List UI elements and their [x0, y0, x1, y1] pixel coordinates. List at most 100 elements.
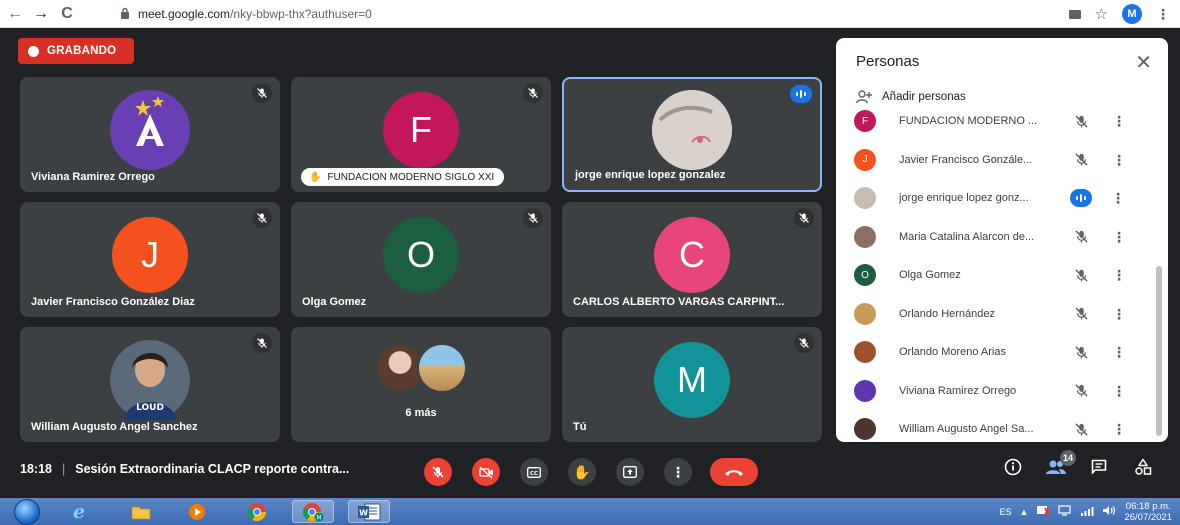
participant-tile[interactable]: LOUD William Augusto Angel Sanchez	[20, 327, 280, 442]
participant-tile[interactable]: J Javier Francisco González Diaz	[20, 202, 280, 317]
more-options-button[interactable]: ⋮	[664, 458, 692, 486]
muted-mic-icon[interactable]	[1069, 302, 1093, 326]
display-icon[interactable]	[1058, 505, 1072, 518]
participant-tile[interactable]: M Tú	[562, 327, 822, 442]
system-clock[interactable]: 06:18 p.m. 26/07/2021	[1124, 501, 1172, 523]
list-item[interactable]: William Augusto Angel Sa... ⋮	[854, 414, 1154, 442]
participant-tile[interactable]: C CARLOS ALBERTO VARGAS CARPINT...	[562, 202, 822, 317]
meeting-info[interactable]: 18:18 | Sesión Extraordinaria CLACP repo…	[20, 462, 349, 476]
captions-button[interactable]: CC	[520, 458, 548, 486]
more-vertical-icon[interactable]: ⋮	[1109, 307, 1129, 321]
recording-badge[interactable]: GRABANDO	[18, 38, 134, 64]
back-icon[interactable]: ←	[4, 3, 26, 25]
hand-icon: ✋	[309, 171, 322, 183]
chat-icon	[1091, 459, 1107, 474]
participant-tile[interactable]: O Olga Gomez	[291, 202, 551, 317]
list-item[interactable]: F FUNDACION MODERNO ... ⋮	[854, 106, 1154, 136]
more-vertical-icon[interactable]: ⋮	[1109, 422, 1129, 436]
add-person-icon	[856, 90, 872, 104]
start-button[interactable]	[14, 499, 40, 525]
network-icon[interactable]	[1080, 505, 1094, 518]
muted-mic-icon	[252, 83, 272, 103]
browser-toolbar: ← → C meet.google.com/nky-bbwp-thx?authu…	[0, 0, 1180, 28]
chrome-meet-window-icon[interactable]: M	[292, 500, 334, 523]
ie-icon[interactable]: e	[58, 500, 100, 523]
muted-mic-icon[interactable]	[1069, 148, 1093, 172]
more-vertical-icon: ⋮	[671, 463, 685, 480]
action-center-icon[interactable]	[1036, 505, 1051, 518]
more-vertical-icon[interactable]: ⋮	[1109, 114, 1129, 128]
chrome-icon[interactable]	[236, 500, 278, 523]
camera-off-button[interactable]	[472, 458, 500, 486]
add-people-button[interactable]: Añadir personas	[856, 90, 966, 104]
language-indicator[interactable]: ES	[1000, 507, 1012, 517]
list-item[interactable]: Orlando Moreno Arias ⋮	[854, 337, 1154, 367]
meeting-details-button[interactable]	[1002, 456, 1024, 478]
more-vertical-icon[interactable]: ⋮	[1109, 153, 1129, 167]
raise-hand-button[interactable]: ✋	[568, 458, 596, 486]
participant-name: FUNDACION MODERNO SIGLO XXI	[327, 171, 495, 183]
more-vertical-icon[interactable]: ⋮	[1108, 191, 1128, 205]
participant-name: Maria Catalina Alarcon de...	[899, 230, 1035, 243]
close-panel-icon[interactable]: ✕	[1135, 50, 1152, 75]
list-item[interactable]: J Javier Francisco Gonzále... ⋮	[854, 145, 1154, 175]
present-button[interactable]	[616, 458, 644, 486]
svg-text:W: W	[359, 508, 368, 517]
list-item[interactable]: Viviana Ramirez Orrego ⋮	[854, 376, 1154, 406]
word-icon[interactable]: W	[348, 500, 390, 523]
muted-mic-icon[interactable]	[1069, 263, 1093, 287]
muted-mic-icon[interactable]	[1069, 225, 1093, 249]
more-vertical-icon[interactable]: ⋮	[1109, 268, 1129, 282]
recording-label: GRABANDO	[47, 45, 117, 57]
list-item[interactable]: Orlando Hernández ⋮	[854, 299, 1154, 329]
participant-tile[interactable]: 6 más	[291, 327, 551, 442]
activities-button[interactable]	[1132, 456, 1154, 478]
list-item[interactable]: O Olga Gomez ⋮	[854, 260, 1154, 290]
participant-avatar: O	[383, 216, 459, 293]
more-vertical-icon[interactable]: ⋮	[1109, 384, 1129, 398]
reload-icon[interactable]: C	[56, 3, 78, 25]
volume-icon[interactable]	[1102, 505, 1116, 518]
people-button[interactable]: 14	[1044, 450, 1076, 478]
muted-mic-icon[interactable]	[1069, 109, 1093, 133]
present-screen-icon	[623, 466, 637, 478]
leave-call-button[interactable]	[710, 458, 758, 486]
muted-mic-icon[interactable]	[1069, 379, 1093, 403]
participant-tile[interactable]: jorge enrique lopez gonzalez	[562, 77, 822, 192]
media-player-icon[interactable]	[176, 500, 218, 523]
profile-avatar[interactable]: M	[1122, 4, 1142, 24]
muted-mic-icon[interactable]	[1069, 340, 1093, 364]
more-vertical-icon[interactable]: ⋮	[1109, 345, 1129, 359]
forward-icon[interactable]: →	[30, 3, 52, 25]
participant-avatar: J	[854, 148, 876, 171]
participant-avatar	[854, 225, 876, 248]
activities-icon	[1135, 458, 1152, 475]
chat-button[interactable]	[1088, 456, 1110, 478]
participant-avatar	[854, 418, 876, 440]
participant-tile[interactable]: Viviana Ramirez Orrego	[20, 77, 280, 192]
panel-scrollbar[interactable]	[1156, 266, 1162, 436]
participant-name: Tú	[573, 421, 587, 433]
tray-expand-icon[interactable]: ▲	[1020, 507, 1029, 517]
muted-mic-icon	[794, 208, 814, 228]
muted-mic-icon	[523, 208, 543, 228]
more-vertical-icon[interactable]: ⋮	[1109, 230, 1129, 244]
address-bar[interactable]: meet.google.com/nky-bbwp-thx?authuser=0	[120, 4, 1040, 24]
mic-off-button[interactable]	[424, 458, 452, 486]
meeting-title: Sesión Extraordinaria CLACP reporte cont…	[75, 462, 350, 476]
muted-mic-icon[interactable]	[1069, 417, 1093, 441]
participant-tile[interactable]: F ✋ FUNDACION MODERNO SIGLO XXI	[291, 77, 551, 192]
panel-title: Personas	[856, 53, 920, 70]
more-participants-label: 6 más	[405, 407, 437, 419]
list-item[interactable]: jorge enrique lopez gonz... ⋮	[854, 183, 1154, 213]
participant-avatar	[854, 379, 876, 402]
list-item[interactable]: Maria Catalina Alarcon de... ⋮	[854, 222, 1154, 252]
muted-mic-icon	[794, 333, 814, 353]
file-explorer-icon[interactable]	[120, 500, 162, 523]
windows-taskbar: e M W ES ▲ 06:18 p.m. 26/07/2021	[0, 498, 1180, 525]
participant-avatar: M	[654, 341, 730, 418]
camera-in-use-icon[interactable]	[1068, 9, 1081, 19]
participant-name: Orlando Moreno Arias	[899, 346, 1006, 358]
browser-menu-icon[interactable]: ⋮	[1156, 6, 1170, 23]
bookmark-star-icon[interactable]: ☆	[1095, 5, 1108, 23]
